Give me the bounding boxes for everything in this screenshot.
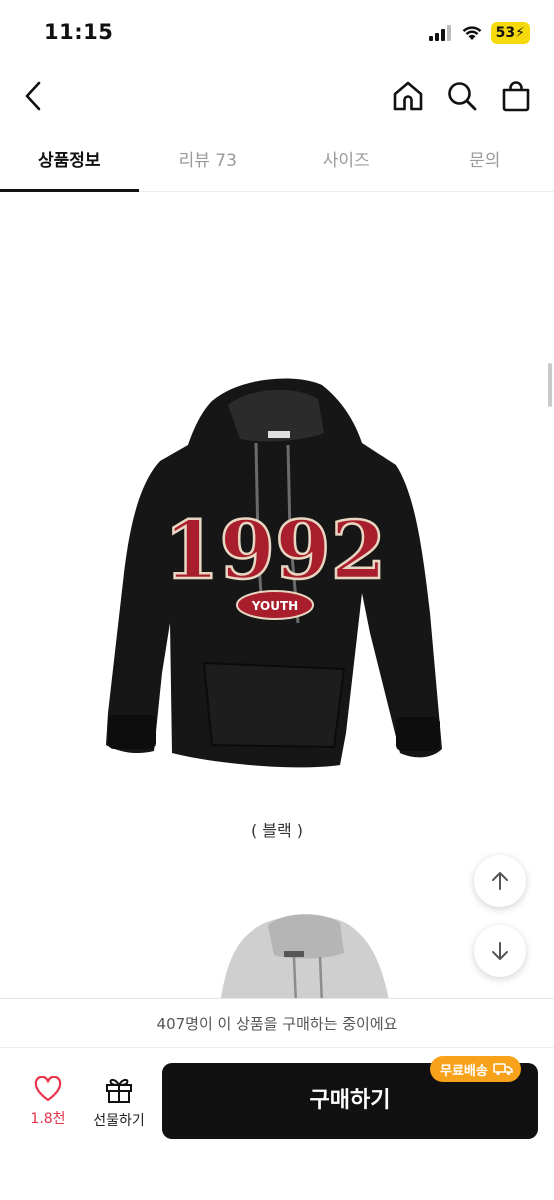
free-shipping-badge: 무료배송 bbox=[430, 1056, 521, 1082]
shopping-bag-icon bbox=[502, 81, 530, 112]
scroll-to-top-button[interactable] bbox=[474, 855, 526, 907]
chevron-left-icon bbox=[25, 81, 41, 111]
wifi-icon bbox=[462, 26, 482, 40]
heart-icon bbox=[34, 1076, 62, 1102]
arrow-up-icon bbox=[492, 872, 508, 890]
delivery-truck-icon bbox=[493, 1063, 513, 1076]
status-icons: 53⚡ bbox=[428, 22, 530, 44]
home-button[interactable] bbox=[388, 76, 428, 116]
cart-button[interactable] bbox=[496, 76, 536, 116]
status-bar: 11:15 53⚡ bbox=[0, 0, 554, 64]
gift-button[interactable]: 선물하기 bbox=[88, 1076, 150, 1130]
cellular-signal-icon bbox=[428, 25, 451, 41]
product-image-gray-hoodie bbox=[221, 914, 389, 998]
gift-icon bbox=[106, 1078, 132, 1103]
gift-label: 선물하기 bbox=[93, 1113, 145, 1129]
hoodie-print-patch: YOUTH bbox=[251, 599, 298, 613]
tab-size[interactable]: 사이즈 bbox=[277, 132, 416, 191]
scrollbar[interactable] bbox=[548, 363, 552, 407]
status-time: 11:15 bbox=[44, 20, 114, 44]
viewers-banner: 407명이 이 상품을 구매하는 중이에요 bbox=[0, 998, 554, 1048]
arrow-down-icon bbox=[492, 942, 508, 960]
hoodie-print-number: 1992 bbox=[164, 503, 387, 597]
charging-icon: ⚡ bbox=[515, 25, 525, 41]
tab-reviews[interactable]: 리뷰 73 bbox=[139, 132, 278, 191]
nav-actions bbox=[388, 76, 536, 116]
product-color-caption: ( 블랙 ) bbox=[250, 821, 304, 840]
search-icon bbox=[448, 82, 477, 111]
free-shipping-label: 무료배송 bbox=[440, 1063, 488, 1079]
back-button[interactable] bbox=[14, 76, 54, 116]
top-nav-bar bbox=[0, 64, 554, 130]
bottom-action-bar: 1.8천 선물하기 구매하기 무료배송 bbox=[0, 1048, 554, 1200]
like-count: 1.8천 bbox=[30, 1111, 66, 1127]
home-icon bbox=[393, 81, 423, 111]
product-tabs: 상품정보 리뷰 73 사이즈 문의 bbox=[0, 132, 554, 192]
product-detail-content: 1992 YOUTH ( 블랙 ) bbox=[0, 193, 554, 998]
product-image-black-hoodie: 1992 YOUTH bbox=[106, 378, 442, 768]
battery-level: 53 bbox=[495, 25, 516, 41]
like-button[interactable]: 1.8천 bbox=[20, 1076, 76, 1128]
tab-inquiry[interactable]: 문의 bbox=[416, 132, 554, 191]
search-button[interactable] bbox=[442, 76, 482, 116]
scroll-to-bottom-button[interactable] bbox=[474, 925, 526, 977]
tab-product-info[interactable]: 상품정보 bbox=[0, 132, 139, 192]
battery-indicator: 53⚡ bbox=[490, 22, 530, 44]
